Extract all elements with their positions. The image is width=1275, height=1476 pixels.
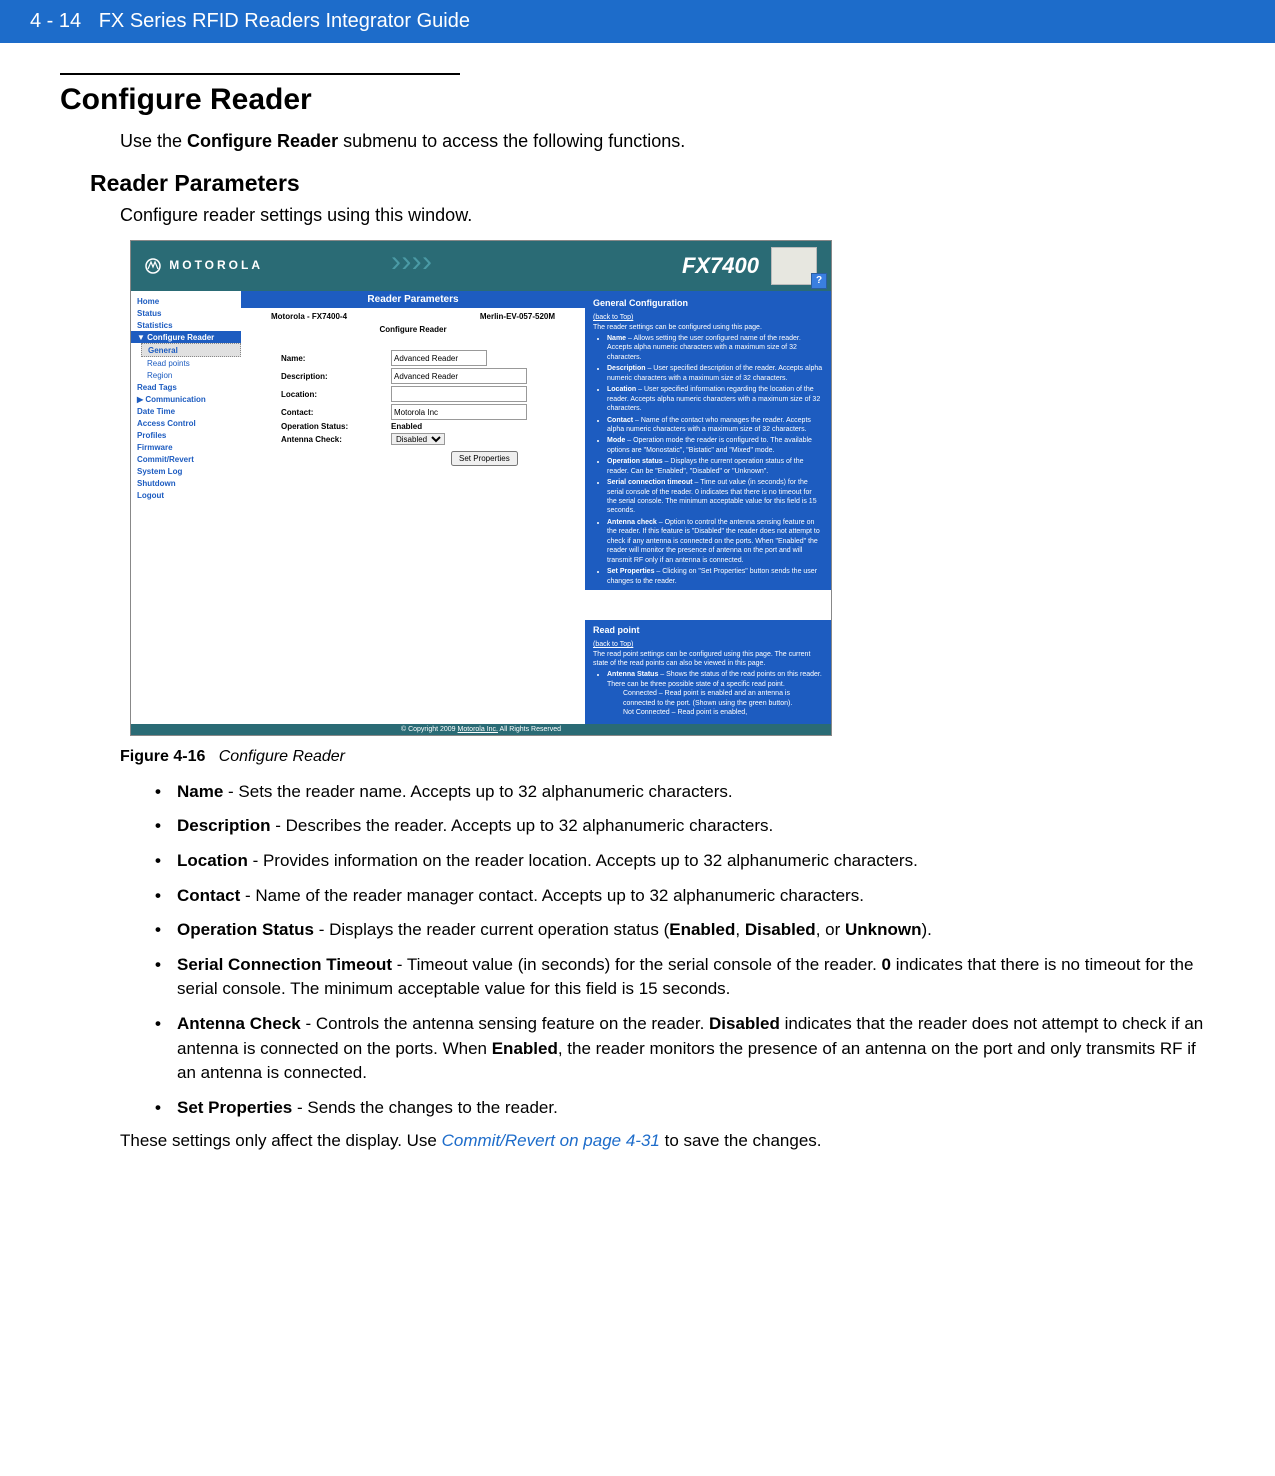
- nav-statistics[interactable]: Statistics: [131, 319, 241, 331]
- opstatus-value: Enabled: [391, 422, 422, 431]
- parameters-list: Name - Sets the reader name. Accepts up …: [155, 780, 1215, 1121]
- side-menu: Home Status Statistics ▼ Configure Reade…: [131, 291, 241, 724]
- list-item: Name - Sets the reader name. Accepts up …: [155, 780, 1215, 805]
- subsection-intro: Configure reader settings using this win…: [120, 205, 1215, 226]
- set-properties-button[interactable]: Set Properties: [451, 451, 518, 466]
- name-label: Name:: [281, 354, 391, 363]
- nav-shutdown[interactable]: Shutdown: [131, 477, 241, 489]
- help-general-title: General Configuration: [593, 297, 823, 309]
- nav-profiles[interactable]: Profiles: [131, 429, 241, 441]
- nav-commit-revert[interactable]: Commit/Revert: [131, 453, 241, 465]
- back-to-top-link[interactable]: (back to Top): [593, 314, 633, 321]
- model-label: FX7400: [682, 253, 759, 279]
- contact-label: Contact:: [281, 408, 391, 417]
- section-title: Configure Reader: [60, 83, 1215, 117]
- brand: MOTOROLA: [145, 258, 263, 275]
- nav-date-time[interactable]: Date Time: [131, 405, 241, 417]
- antenna-label: Antenna Check:: [281, 435, 391, 444]
- section-intro: Use the Configure Reader submenu to acce…: [120, 131, 1215, 152]
- list-item: Description - Describes the reader. Acce…: [155, 814, 1215, 839]
- nav-firmware[interactable]: Firmware: [131, 441, 241, 453]
- commit-revert-link[interactable]: Commit/Revert on page 4-31: [442, 1131, 660, 1150]
- section-rule: [60, 73, 460, 75]
- nav-home[interactable]: Home: [131, 295, 241, 307]
- contact-input[interactable]: [391, 404, 527, 420]
- pane-subtitle: Configure Reader: [271, 325, 555, 334]
- back-to-top-link-2[interactable]: (back to Top): [593, 641, 633, 648]
- nav-read-points[interactable]: Read points: [131, 357, 241, 369]
- main-pane: Reader Parameters Motorola - FX7400-4 Me…: [241, 291, 585, 724]
- list-item: Operation Status - Displays the reader c…: [155, 918, 1215, 943]
- nav-region[interactable]: Region: [131, 369, 241, 381]
- screenshot-footer: © Copyright 2009 Motorola Inc. All Right…: [131, 724, 831, 735]
- subsection-title: Reader Parameters: [90, 170, 1215, 197]
- help-general-list: Name – Allows setting the user configure…: [607, 334, 823, 586]
- pane-title: Reader Parameters: [241, 291, 585, 308]
- list-item: Antenna Check - Controls the antenna sen…: [155, 1012, 1215, 1086]
- list-item: Serial Connection Timeout - Timeout valu…: [155, 953, 1215, 1002]
- screenshot-banner: MOTOROLA › › › › FX7400: [131, 241, 831, 291]
- page-header: 4 - 14 FX Series RFID Readers Integrator…: [0, 0, 1275, 43]
- help-icon[interactable]: ?: [811, 273, 827, 289]
- description-label: Description:: [281, 372, 391, 381]
- name-input[interactable]: [391, 350, 487, 366]
- list-item: Location - Provides information on the r…: [155, 849, 1215, 874]
- help-readpoint-intro: The read point settings can be configure…: [593, 650, 823, 669]
- opstatus-label: Operation Status:: [281, 422, 391, 431]
- antenna-select[interactable]: Disabled: [391, 433, 445, 445]
- nav-logout[interactable]: Logout: [131, 489, 241, 501]
- nav-general[interactable]: General: [141, 343, 241, 357]
- figure-caption: Figure 4-16 Configure Reader: [120, 748, 1215, 766]
- list-item: Set Properties - Sends the changes to th…: [155, 1096, 1215, 1121]
- list-item: Contact - Name of the reader manager con…: [155, 884, 1215, 909]
- motorola-logo-icon: [145, 258, 161, 274]
- device-id-right: Merlin-EV-057-520M: [480, 312, 555, 321]
- help-readpoint-title: Read point: [593, 624, 823, 636]
- guide-title: FX Series RFID Readers Integrator Guide: [99, 10, 470, 32]
- chevrons-icon: › › › ›: [391, 245, 428, 279]
- nav-communication[interactable]: ▶ Communication: [131, 393, 241, 405]
- footnote: These settings only affect the display. …: [120, 1131, 1215, 1151]
- page-number: 4 - 14: [30, 10, 81, 32]
- help-general-intro: The reader settings can be configured us…: [593, 323, 823, 332]
- nav-system-log[interactable]: System Log: [131, 465, 241, 477]
- nav-status[interactable]: Status: [131, 307, 241, 319]
- location-input[interactable]: [391, 386, 527, 402]
- nav-read-tags[interactable]: Read Tags: [131, 381, 241, 393]
- help-pane: ? General Configuration (back to Top) Th…: [585, 291, 831, 724]
- device-id-left: Motorola - FX7400-4: [271, 312, 347, 321]
- description-input[interactable]: [391, 368, 527, 384]
- nav-access-control[interactable]: Access Control: [131, 417, 241, 429]
- location-label: Location:: [281, 390, 391, 399]
- screenshot: MOTOROLA › › › › FX7400 Home Status Stat…: [130, 240, 832, 736]
- nav-configure-reader[interactable]: ▼ Configure Reader: [131, 331, 241, 343]
